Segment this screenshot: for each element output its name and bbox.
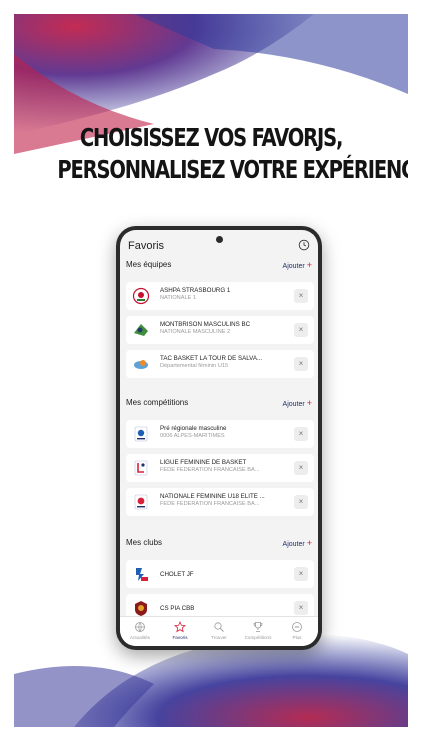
cholet-logo-icon [136, 568, 148, 581]
promo-frame: CHOISISSEZ VOS FAVORJS, PERSONNALISEZ VO… [14, 14, 408, 727]
team-league: NATIONALE 1 [160, 295, 196, 301]
trophy-icon [253, 622, 263, 632]
team-card-montbrison[interactable]: MONTBRISON MASCULINS BC NATIONALE MASCUL… [126, 316, 314, 344]
tab-label: Favoris [172, 635, 188, 640]
star-icon [174, 621, 186, 633]
competition-card-ligue-feminine[interactable]: LIGUE FEMININE DE BASKET FEDE FEDERATION… [126, 454, 314, 482]
search-icon [214, 622, 224, 632]
tab-label: Trouver [211, 635, 227, 640]
competition-card-pre-regionale[interactable]: Pré régionale masculine 0006 ALPES-MARIT… [126, 420, 314, 448]
remove-button[interactable]: × [294, 323, 308, 337]
competition-name: LIGUE FEMININE DE BASKET [160, 459, 247, 466]
clubs-section-header: Mes clubs Ajouter + [120, 538, 318, 552]
bottom-tab-bar: Actualités Favoris Trouver Compétitions … [120, 616, 318, 646]
plus-icon: + [306, 260, 312, 270]
montbrison-logo-icon [134, 324, 148, 336]
plus-icon: + [306, 538, 312, 548]
lfb-logo-icon [134, 460, 148, 476]
app-header: Favoris [120, 230, 318, 256]
teams-section-header: Mes équipes Ajouter + [120, 260, 318, 274]
competition-organizer: FEDE FEDERATION FRANCAISE BA... [160, 501, 260, 507]
club-card-cholet[interactable]: CHOLET JF × [126, 560, 314, 588]
tab-actualites[interactable]: Actualités [120, 619, 160, 645]
clubs-section-title: Mes clubs [126, 538, 163, 547]
globe-icon [135, 622, 145, 633]
team-league: Départemental féminin U15 [160, 363, 229, 369]
club-name: CHOLET JF [160, 571, 194, 578]
nf-u18-logo-icon [134, 494, 148, 510]
more-icon [292, 622, 302, 632]
cs-pia-logo-icon [135, 601, 147, 616]
remove-button[interactable]: × [294, 357, 308, 371]
competition-organizer: 0006 ALPES-MARITIMES [160, 433, 225, 439]
plus-icon: + [306, 398, 312, 408]
headline-line-2: PERSONNALISEZ VOTRE EXPÉRIENCE [57, 155, 408, 184]
remove-button[interactable]: × [294, 495, 308, 509]
add-club-button[interactable]: Ajouter + [283, 538, 312, 548]
ffbb-logo-icon [134, 426, 148, 442]
remove-button[interactable]: × [294, 601, 308, 615]
team-card-strasbourg[interactable]: ASHPA STRASBOURG 1 NATIONALE 1 × [126, 282, 314, 310]
team-card-tac-basket[interactable]: TAC BASKET LA TOUR DE SALVA... Départeme… [126, 350, 314, 378]
add-team-button[interactable]: Ajouter + [283, 260, 312, 270]
competition-organizer: FEDE FEDERATION FRANCAISE BA... [160, 467, 260, 473]
app-screen: Favoris Mes équipes Ajouter + ASHPA STRAS… [120, 230, 318, 646]
remove-button[interactable]: × [294, 289, 308, 303]
competition-card-nationale-u18[interactable]: NATIONALE FEMININE U18 ELITE ... FEDE FE… [126, 488, 314, 516]
headline-line-1: CHOISISSEZ VOS FAVORJS, [79, 123, 344, 152]
phone-mockup: Favoris Mes équipes Ajouter + ASHPA STRAS… [116, 226, 322, 650]
tac-basket-logo-icon [134, 360, 148, 369]
teams-section-title: Mes équipes [126, 260, 172, 269]
competition-name: Pré régionale masculine [160, 425, 227, 432]
add-competition-button[interactable]: Ajouter + [283, 398, 312, 408]
strasbourg-logo-icon [132, 287, 150, 305]
add-team-label: Ajouter [282, 263, 305, 270]
history-icon[interactable] [298, 239, 310, 251]
remove-button[interactable]: × [294, 427, 308, 441]
team-league: NATIONALE MASCULINE 2 [160, 329, 231, 335]
team-name: MONTBRISON MASCULINS BC [160, 321, 251, 328]
tab-competitions[interactable]: Compétitions [238, 619, 278, 645]
add-club-label: Ajouter [282, 541, 305, 548]
tab-label: Compétitions [244, 635, 272, 640]
remove-button[interactable]: × [294, 567, 308, 581]
tab-plus[interactable]: Plus [277, 619, 317, 645]
team-name: TAC BASKET LA TOUR DE SALVA... [160, 355, 263, 362]
remove-button[interactable]: × [294, 461, 308, 475]
tab-trouver[interactable]: Trouver [199, 619, 239, 645]
add-competition-label: Ajouter [282, 401, 305, 408]
team-name: ASHPA STRASBOURG 1 [160, 287, 231, 294]
promo-headline: CHOISISSEZ VOS FAVORJS, PERSONNALISEZ VO… [57, 122, 408, 186]
competitions-section-title: Mes compétitions [126, 398, 189, 407]
club-name: CS PIA CBB [160, 605, 195, 612]
page-title: Favoris [128, 240, 165, 252]
tab-favoris[interactable]: Favoris [160, 619, 200, 645]
competitions-section-header: Mes compétitions Ajouter + [120, 398, 318, 412]
tab-label: Actualités [130, 635, 150, 640]
competition-name: NATIONALE FEMININE U18 ELITE ... [160, 493, 265, 500]
tab-label: Plus [292, 635, 302, 640]
